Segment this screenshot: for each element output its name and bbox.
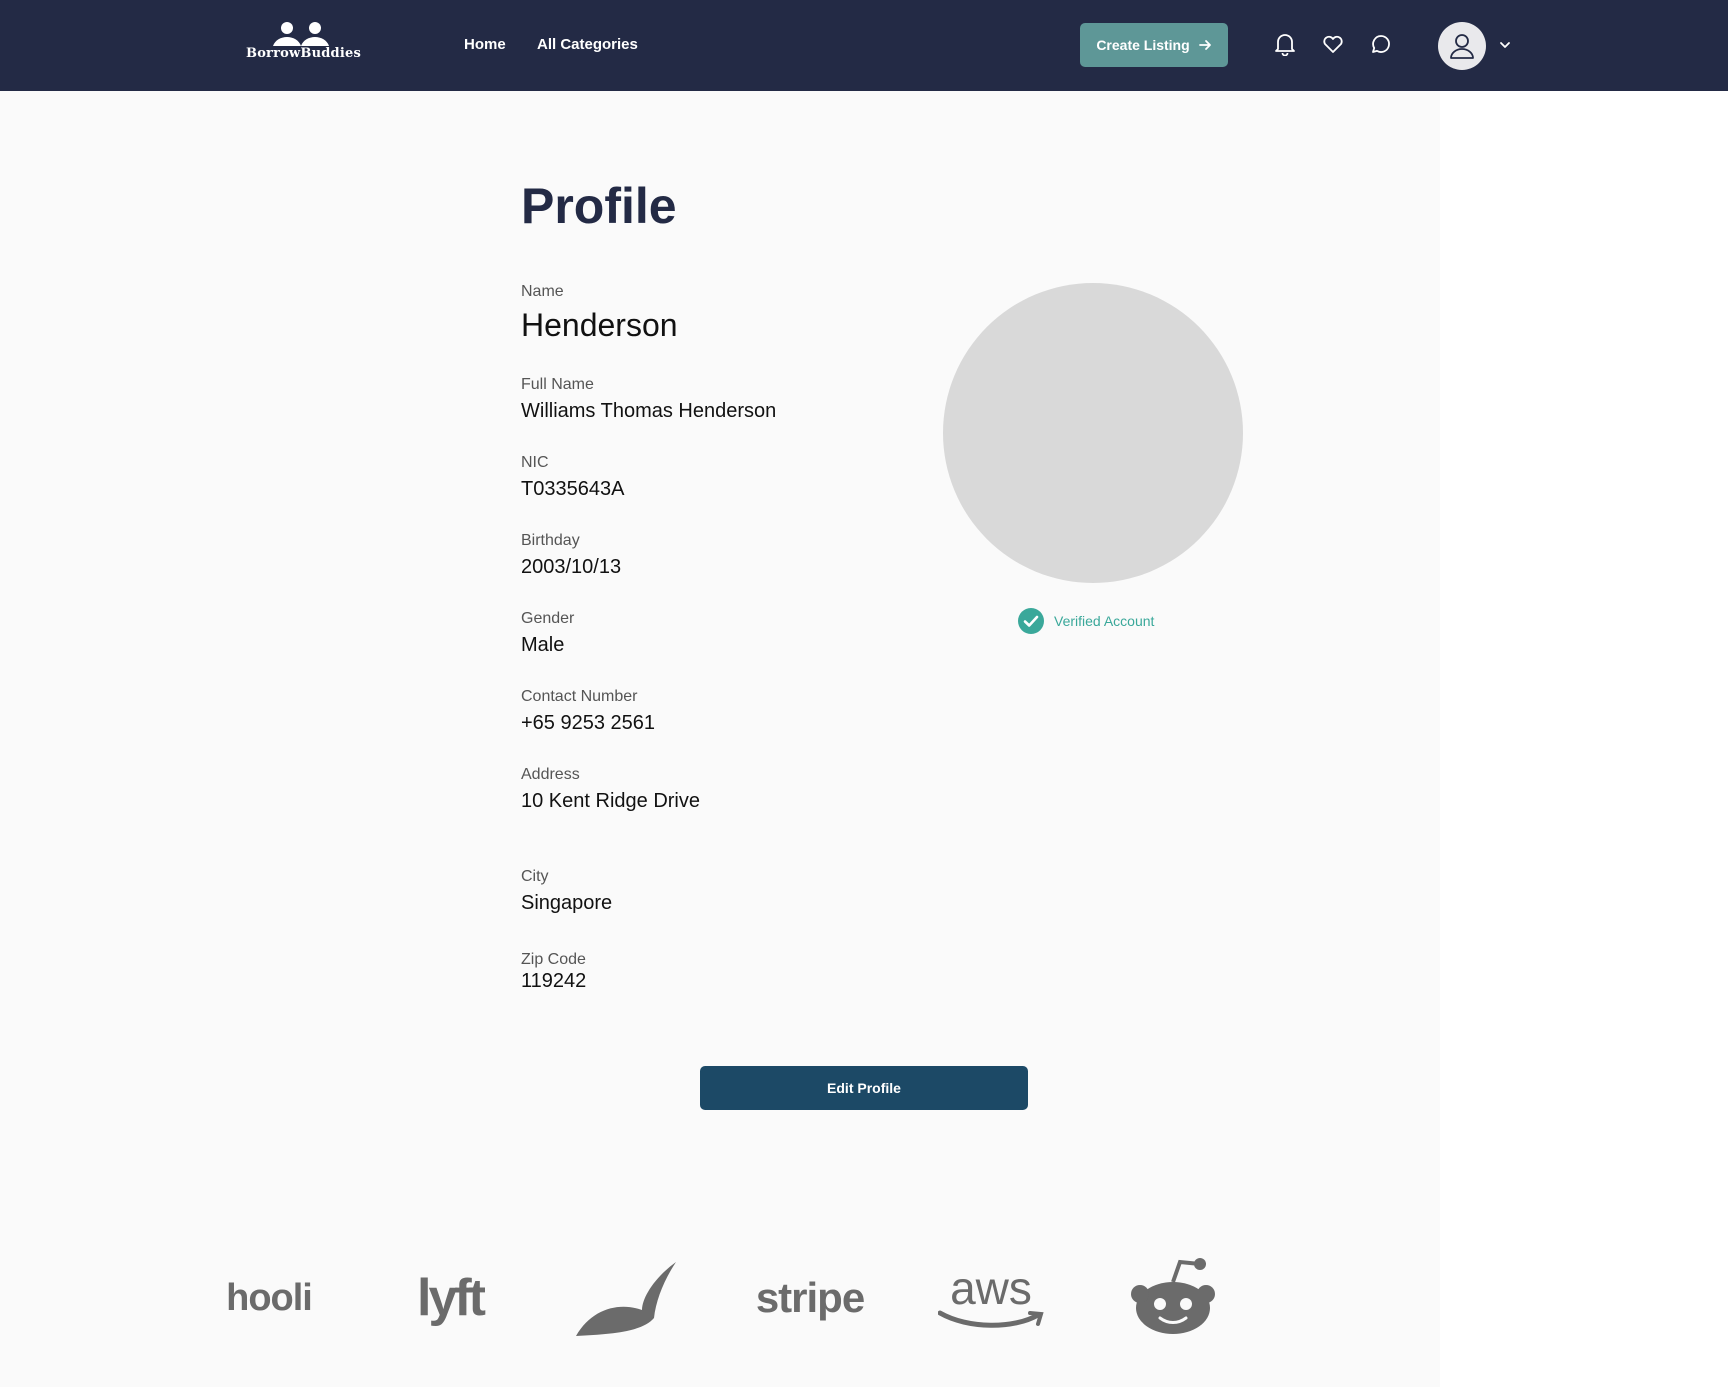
name-label: Name — [521, 283, 564, 300]
create-listing-label: Create Listing — [1096, 37, 1190, 53]
stripe-logo: stripe — [750, 1258, 870, 1338]
nic-value: T0335643A — [521, 478, 625, 500]
chevron-down-icon[interactable] — [1496, 36, 1514, 54]
aws-logo-text: aws — [950, 1262, 1032, 1314]
gender-value: Male — [521, 634, 565, 656]
verified-account-text: Verified Account — [1054, 613, 1155, 629]
full-name-label: Full Name — [521, 376, 594, 393]
stripe-logo-text: stripe — [755, 1274, 865, 1321]
aws-logo: aws — [936, 1258, 1046, 1338]
user-icon — [1450, 34, 1474, 59]
notifications-bell-icon[interactable] — [1271, 30, 1299, 58]
address-label: Address — [521, 766, 580, 783]
arrow-right-icon — [1198, 40, 1211, 50]
check-circle-icon — [1018, 608, 1044, 634]
contact-number-label: Contact Number — [521, 688, 638, 705]
aws-smile-icon — [938, 1310, 1044, 1328]
contact-number-value: +65 9253 2561 — [521, 712, 656, 734]
nic-label: NIC — [521, 454, 549, 471]
robinhood-feather-logo-icon — [572, 1258, 682, 1338]
logo-text: BorrowBuddies — [246, 46, 361, 61]
reddit-logo-icon — [1128, 1258, 1218, 1338]
lyft-logo-text: lyft — [417, 1269, 486, 1327]
birthday-value: 2003/10/13 — [521, 556, 622, 578]
zip-code-value: 119242 — [521, 970, 587, 992]
gender-label: Gender — [521, 610, 575, 627]
name-value: Henderson — [521, 307, 678, 343]
city-label: City — [521, 868, 549, 885]
buddies-logo-icon — [273, 22, 329, 46]
address-value: 10 Kent Ridge Drive — [521, 790, 700, 812]
top-navbar: BorrowBuddies Home All Categories Create… — [0, 0, 1728, 91]
lyft-logo: lyft — [400, 1258, 500, 1338]
brand-logo[interactable]: BorrowBuddies — [246, 20, 361, 66]
nav-all-categories-link[interactable]: All Categories — [537, 36, 638, 53]
messages-chat-icon[interactable] — [1367, 30, 1395, 58]
birthday-label: Birthday — [521, 532, 580, 549]
hooli-logo: hooli — [214, 1258, 324, 1338]
page-title: Profile — [521, 178, 677, 234]
hooli-logo-text: hooli — [226, 1276, 313, 1319]
main-content — [0, 91, 1440, 1387]
user-avatar-button[interactable] — [1438, 22, 1486, 70]
full-name-value: Williams Thomas Henderson — [521, 400, 777, 422]
zip-code-label: Zip Code — [521, 951, 586, 968]
edit-profile-button[interactable]: Edit Profile — [700, 1066, 1028, 1110]
profile-photo-placeholder — [943, 283, 1243, 583]
favorites-heart-icon[interactable] — [1319, 30, 1347, 58]
create-listing-button[interactable]: Create Listing — [1080, 23, 1228, 67]
verified-account-badge: Verified Account — [1018, 608, 1154, 634]
nav-home-link[interactable]: Home — [464, 36, 506, 53]
city-value: Singapore — [521, 892, 613, 914]
